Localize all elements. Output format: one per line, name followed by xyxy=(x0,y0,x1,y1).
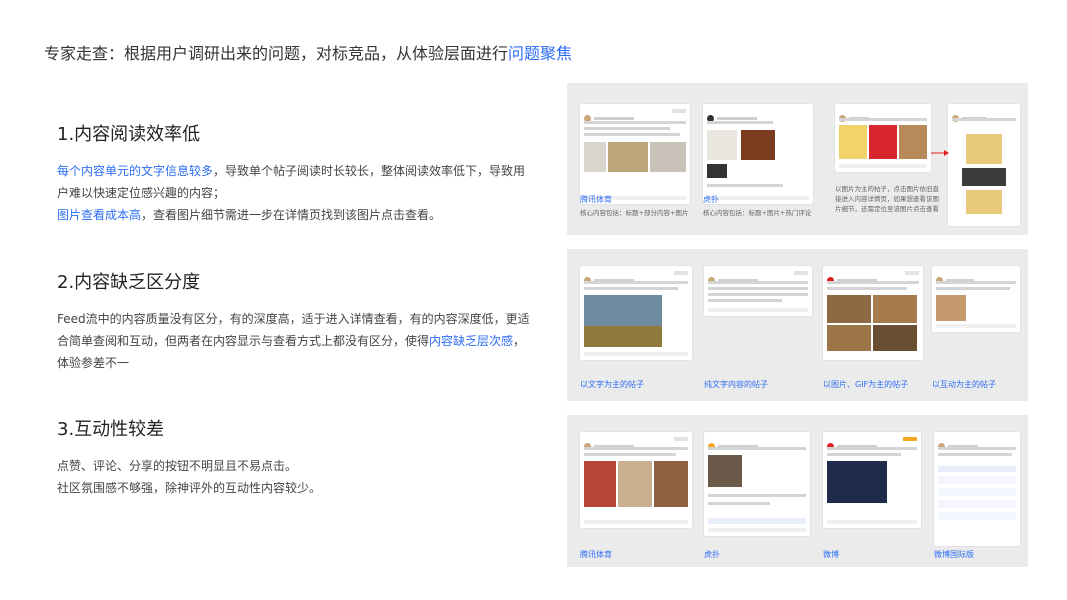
section-title: 1.内容阅读效率低 xyxy=(57,124,201,145)
section-title: 3.互动性较差 xyxy=(57,419,165,440)
panel-caption: 虎扑 xyxy=(704,550,720,559)
panel-caption: 以文字为主的帖子 xyxy=(580,380,644,389)
competitor-panel-1: 腾讯体育 虎扑 核心内容包括：标题+部分内容+图片 核心内容包括：标题+图片+热… xyxy=(567,83,1028,235)
section-body: 每个内容单元的文字信息较多，导致单个帖子阅读时长较长，整体阅读效率低下，导致用户… xyxy=(57,160,532,226)
body-text: ，查看图片细节需进一步在详情页找到该图片点击查看。 xyxy=(141,208,442,222)
section-content-differentiation: 2.内容缺乏区分度 Feed流中的内容质量没有区分，有的深度高，适于进入详情查看… xyxy=(57,268,532,374)
feed-card-screenshot xyxy=(704,266,812,316)
panel-caption: 微博国际版 xyxy=(934,550,974,559)
arrow-icon xyxy=(931,150,949,156)
panel-caption: 腾讯体育 xyxy=(580,195,612,204)
section-interactivity: 3.互动性较差 点赞、评论、分享的按钮不明显且不易点击。社区氛围感不够强，除神评… xyxy=(57,415,532,499)
feed-card-screenshot xyxy=(932,266,1020,332)
panel-note: 以图片为主的帖子，点击图片依旧直接进入内容详情页，如果想查看该图片细节，还需定位… xyxy=(835,185,939,213)
feed-card-screenshot xyxy=(580,266,692,360)
feed-card-screenshot xyxy=(703,104,813,204)
panel-subcaption: 核心内容包括：标题+图片+热门评论 xyxy=(703,209,812,217)
panel-caption: 虎扑 xyxy=(703,195,719,204)
highlight-text: 每个内容单元的文字信息较多 xyxy=(57,164,214,178)
panel-subcaption: 核心内容包括：标题+部分内容+图片 xyxy=(580,209,689,217)
highlight-text: 图片查看成本高 xyxy=(57,208,142,222)
body-text: 社区氛围感不够强，除神评外的互动性内容较少。 xyxy=(57,481,322,495)
panel-caption: 纯文字内容的帖子 xyxy=(704,380,768,389)
feed-card-screenshot xyxy=(580,432,692,528)
phone-detail-screenshot xyxy=(948,104,1020,226)
competitor-panel-3: 腾讯体育 虎扑 微博 微博国际版 xyxy=(567,415,1028,567)
panel-caption: 腾讯体育 xyxy=(580,550,612,559)
competitor-panel-2: 以文字为主的帖子 纯文字内容的帖子 以图片、GIF为主的帖子 以互动为主的帖子 xyxy=(567,249,1028,401)
feed-card-screenshot xyxy=(835,104,931,172)
feed-card-screenshot xyxy=(704,432,810,536)
feed-card-screenshot xyxy=(934,432,1020,546)
section-body: Feed流中的内容质量没有区分，有的深度高，适于进入详情查看，有的内容深度低，更… xyxy=(57,308,532,374)
highlight-text: 内容缺乏层次感 xyxy=(429,334,514,348)
page-header: 专家走查：根据用户调研出来的问题，对标竞品，从体验层面进行问题聚焦 xyxy=(44,40,572,64)
feed-card-screenshot xyxy=(580,104,690,204)
section-title: 2.内容缺乏区分度 xyxy=(57,272,201,293)
header-text: 专家走查：根据用户调研出来的问题，对标竞品，从体验层面进行 xyxy=(44,44,509,63)
feed-card-screenshot xyxy=(823,266,923,360)
panel-caption: 以互动为主的帖子 xyxy=(932,380,996,389)
panel-caption: 微博 xyxy=(823,550,839,559)
section-body: 点赞、评论、分享的按钮不明显且不易点击。社区氛围感不够强，除神评外的互动性内容较… xyxy=(57,455,532,499)
feed-card-screenshot xyxy=(823,432,921,528)
body-text: 点赞、评论、分享的按钮不明显且不易点击。 xyxy=(57,459,298,473)
header-highlight: 问题聚焦 xyxy=(508,44,573,63)
panel-caption: 以图片、GIF为主的帖子 xyxy=(823,380,909,389)
section-reading-efficiency: 1.内容阅读效率低 每个内容单元的文字信息较多，导致单个帖子阅读时长较长，整体阅… xyxy=(57,120,532,226)
